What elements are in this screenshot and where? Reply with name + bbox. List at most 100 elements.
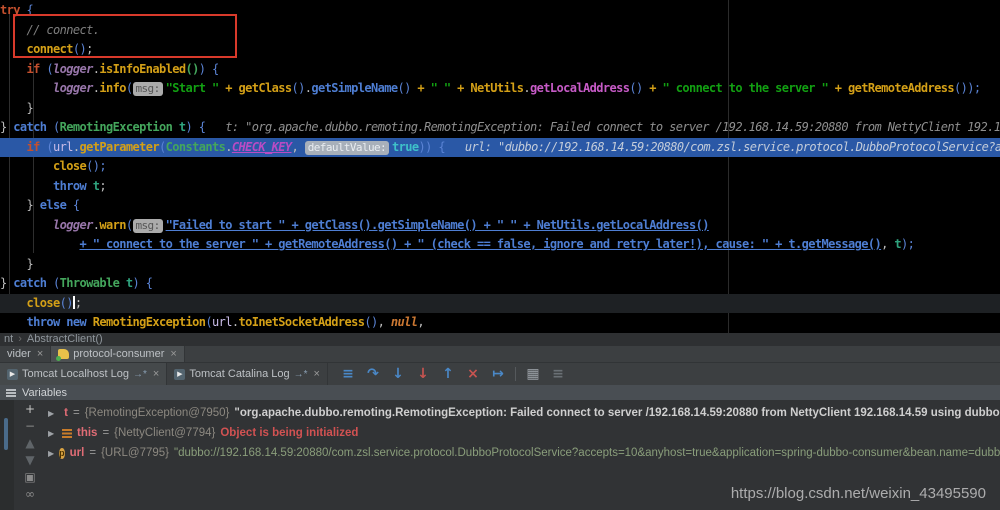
code-token: );	[900, 237, 915, 251]
code-token: ()	[397, 81, 411, 95]
force-step-into-icon[interactable]: ↓	[415, 366, 431, 382]
ide-window: try { // connect. connect(); if (logger.…	[0, 0, 1000, 510]
breadcrumb[interactable]: nt › AbstractClient()	[0, 333, 1000, 346]
variable-type: {NettyClient@7794}	[114, 427, 216, 439]
code-token: t	[894, 237, 901, 251]
code-line[interactable]: } catch (Throwable t) {	[0, 274, 1000, 294]
code-token: );	[967, 81, 981, 95]
code-token: .	[523, 81, 530, 95]
code-line[interactable]: logger.info(msg: "Start " + getClass().ge…	[0, 79, 1000, 99]
tab-protocol-consumer[interactable]: protocol-consumer ×	[51, 346, 185, 362]
console-tab-bar: ▶ Tomcat Localhost Log →* × ▶ Tomcat Catalina…	[0, 362, 1000, 385]
expand-arrow-icon[interactable]: ▶	[48, 429, 57, 438]
code-token: ()	[291, 81, 305, 95]
code-token: " connect to the server "	[662, 81, 829, 95]
code-editor[interactable]: try { // connect. connect(); if (logger.…	[0, 0, 1000, 333]
breadcrumb-item[interactable]: nt	[4, 333, 13, 346]
code-token: ,	[377, 315, 391, 329]
code-token: (	[205, 315, 212, 329]
code-token: RemotingException	[92, 315, 206, 329]
tab-label: protocol-consumer	[73, 348, 165, 360]
code-token: close	[26, 295, 61, 310]
toolbar-separator	[514, 367, 516, 381]
code-token: NetUtils	[470, 81, 524, 95]
code-line[interactable]: + " connect to the server " + getRemoteA…	[0, 235, 1000, 255]
annotation-box	[13, 14, 237, 58]
code-line[interactable]: logger.warn(msg: "Failed to start " + get…	[0, 216, 1000, 236]
tab-vider[interactable]: vider ×	[0, 346, 52, 362]
code-token: ) {	[198, 61, 219, 76]
expand-arrow-icon[interactable]: ▶	[48, 409, 54, 418]
scrollbar-thumb[interactable]	[4, 418, 8, 450]
breadcrumb-item[interactable]: AbstractClient()	[27, 333, 103, 346]
code-line[interactable]: close();	[0, 157, 1000, 177]
code-line[interactable]: } catch (RemotingException t) { t: "org.…	[0, 118, 1000, 138]
step-over-icon[interactable]: ↷	[365, 366, 381, 382]
code-token: url: "dubbo://192.168.14.59:20880/com.zs…	[445, 139, 1000, 154]
code-token: ) {	[185, 120, 206, 134]
step-into-icon[interactable]: ↓	[390, 366, 406, 382]
code-token: " "	[430, 81, 451, 95]
code-token: ,	[291, 139, 305, 154]
code-line[interactable]: }	[0, 99, 1000, 119]
code-token: }	[0, 256, 34, 271]
code-line[interactable]: if (url.getParameter(Constants.CHECK_KEY…	[0, 137, 1000, 157]
run-icon: ▶	[174, 368, 186, 380]
code-line[interactable]: if (logger.isInfoEnabled()) {	[0, 60, 1000, 80]
add-watch-button[interactable]: +	[22, 402, 38, 416]
tab-label: Tomcat Localhost Log	[22, 368, 130, 380]
variable-row[interactable]: ▶ this = {NettyClient@7794} Object is being …	[48, 423, 1000, 443]
close-icon[interactable]: ×	[170, 348, 176, 360]
run-to-cursor-icon[interactable]: ↦	[490, 366, 506, 382]
variable-name: url	[69, 447, 85, 459]
tomcat-icon	[56, 349, 70, 361]
code-token: t	[86, 178, 100, 193]
code-line[interactable]: }	[0, 255, 1000, 275]
scroll-to-end-indicator: →*	[293, 368, 308, 380]
close-icon[interactable]: ×	[314, 368, 320, 380]
tool-window-stripe	[0, 400, 14, 510]
code-token: else	[39, 198, 67, 212]
remove-watch-button[interactable]: −	[22, 419, 38, 433]
close-icon[interactable]: ×	[153, 368, 159, 380]
show-watches-button[interactable]: ∞	[22, 487, 38, 501]
variables-toolbar: + − ▲ ▼ ▣ ∞	[14, 402, 46, 501]
show-execution-point-icon[interactable]: ≡	[340, 366, 356, 382]
code-token: new	[66, 315, 87, 329]
variable-row[interactable]: ▶ t = {RemotingException@7950} "org.apache.d…	[48, 403, 1000, 423]
move-up-button[interactable]: ▲	[22, 436, 38, 450]
menu-icon[interactable]	[6, 388, 16, 397]
duplicate-button[interactable]: ▣	[22, 470, 38, 484]
move-down-button[interactable]: ▼	[22, 453, 38, 467]
evaluate-expression-icon[interactable]: ▦	[525, 366, 541, 382]
code-token: }	[0, 100, 34, 115]
step-out-icon[interactable]: ↑	[440, 366, 456, 382]
code-token: {	[66, 198, 80, 212]
code-token: defaultValue:	[304, 140, 390, 155]
tab-tomcat-localhost-log[interactable]: ▶ Tomcat Localhost Log →* ×	[0, 363, 168, 385]
close-icon[interactable]: ×	[37, 348, 43, 360]
code-line[interactable]: } else {	[0, 196, 1000, 216]
layout-settings-icon[interactable]: ≡	[550, 366, 566, 382]
code-token: toInetSocketAddress	[238, 315, 365, 329]
variable-row[interactable]: ▶ p url = {URL@7795} "dubbo://192.168.14.59:2…	[48, 443, 1000, 463]
code-token: ()	[364, 315, 378, 329]
code-line[interactable]: throw new RemotingException(url.toInetSo…	[0, 313, 1000, 333]
code-token: warn	[99, 217, 126, 232]
code-token: if	[26, 61, 41, 76]
tab-tomcat-catalina-log[interactable]: ▶ Tomcat Catalina Log →* ×	[167, 363, 328, 385]
code-line[interactable]: close();	[0, 293, 1000, 313]
code-line[interactable]: throw t;	[0, 177, 1000, 197]
code-token: throw	[26, 315, 61, 329]
variable-icon	[62, 428, 72, 438]
drop-frame-icon[interactable]: ×	[465, 366, 481, 382]
parameter-icon: p	[59, 447, 65, 459]
code-token: close	[53, 159, 87, 173]
watermark: https://blog.csdn.net/weixin_43495590	[730, 485, 986, 502]
expand-arrow-icon[interactable]: ▶	[48, 449, 54, 458]
code-token: ,	[417, 315, 424, 329]
code-token: throw	[53, 178, 87, 193]
